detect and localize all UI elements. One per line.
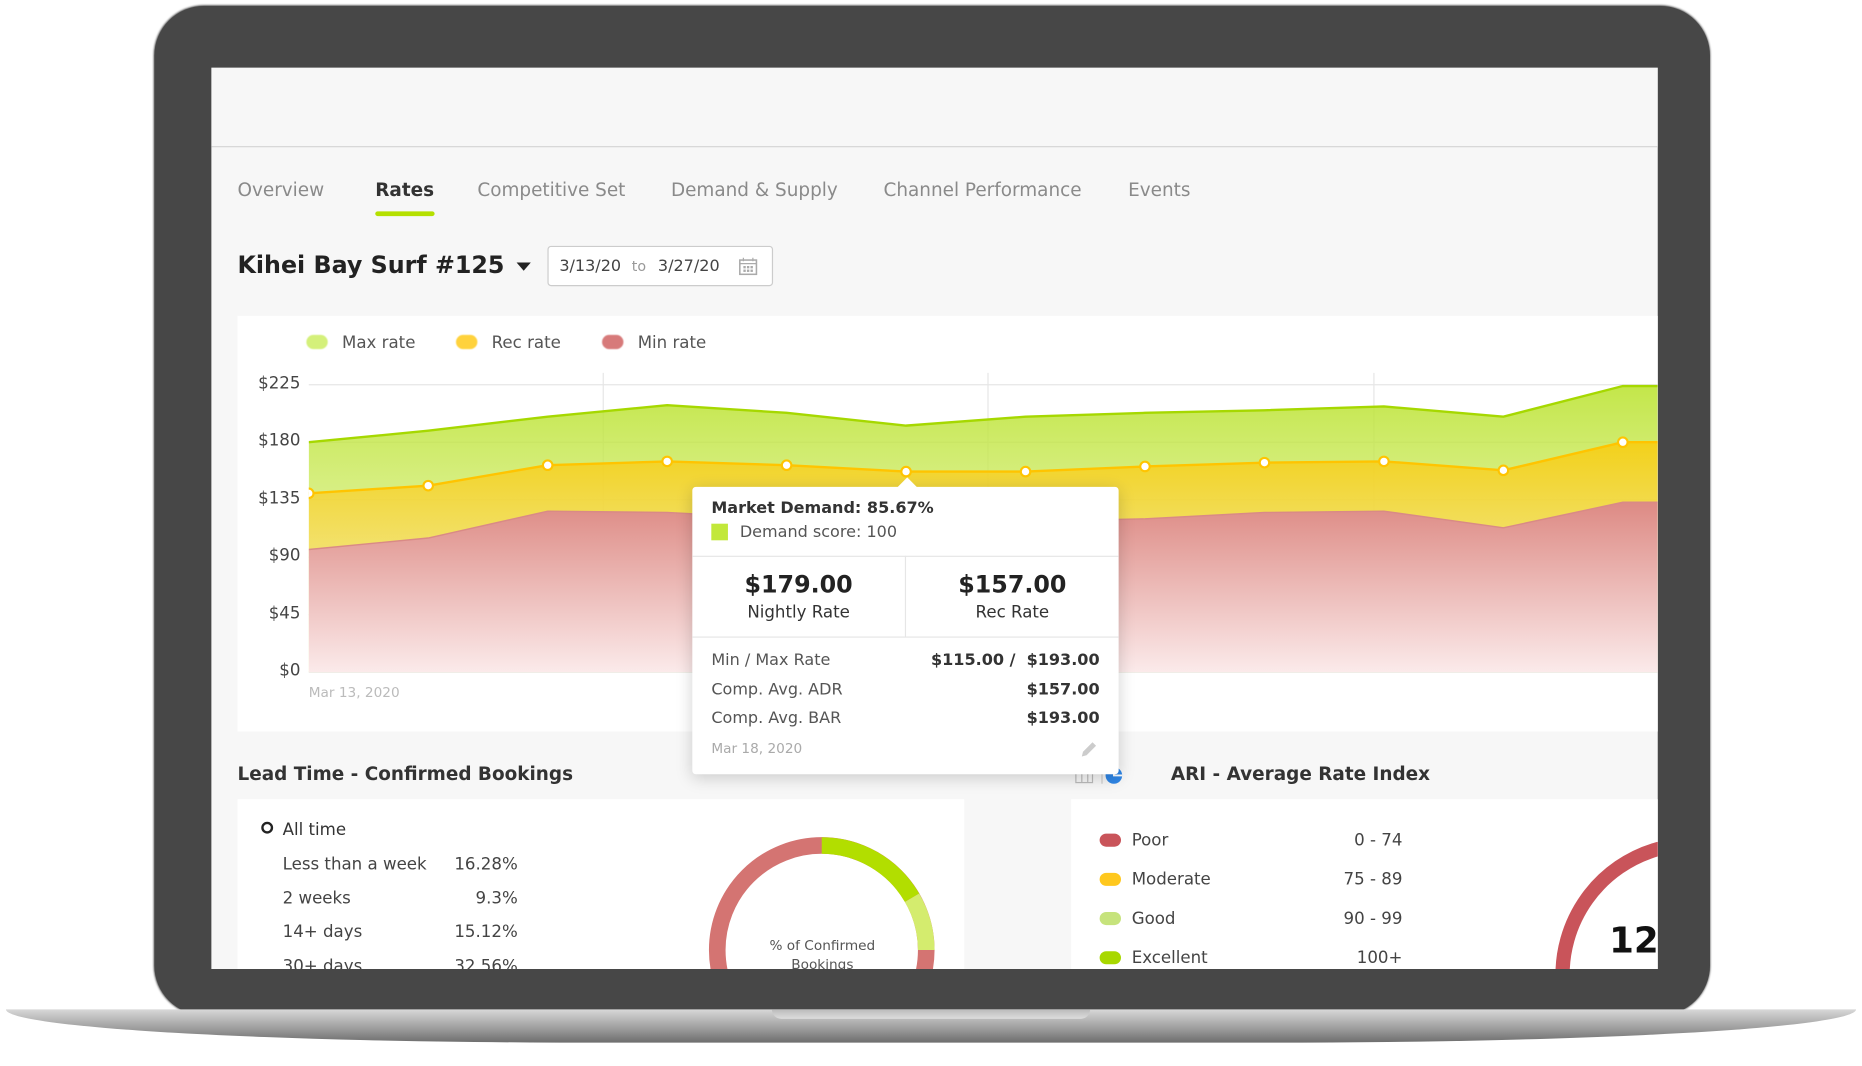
- ari-level: Excellent: [1099, 948, 1208, 968]
- edit-pencil-icon[interactable]: [1079, 740, 1098, 759]
- tooltip-title: Market Demand: 85.67%: [711, 498, 934, 518]
- demand-score: Demand score: 100: [739, 522, 898, 542]
- ari-title: ARI - Average Rate Index: [1170, 763, 1431, 785]
- demand-score-swatch: [711, 523, 728, 541]
- nightly-rate-value: $179.00: [744, 570, 853, 599]
- lead-time-row-label: 14+ days: [282, 923, 363, 943]
- donut-center-label: % of Confirmed Bookings: [769, 936, 876, 969]
- rec-rate-point[interactable]: [541, 459, 554, 472]
- donut-segment: [821, 837, 920, 903]
- tooltip-row-label: Min / Max Rate: [711, 650, 831, 670]
- rec-rate-point[interactable]: [1497, 464, 1510, 477]
- tooltip-row-label: Comp. Avg. BAR: [711, 708, 842, 728]
- lead-time-row-label: 2 weeks: [282, 889, 351, 909]
- ari-level-label: Poor: [1131, 831, 1169, 851]
- rec-rate-point[interactable]: [1019, 465, 1032, 478]
- rec-rate-point[interactable]: [422, 479, 435, 492]
- donut-segment: [904, 893, 935, 951]
- ari-level: Poor: [1099, 831, 1169, 851]
- rec-rate-point[interactable]: [1258, 456, 1271, 469]
- ari-level-range: 0 - 74: [1354, 831, 1403, 851]
- tooltip-row-value: $115.00 / $193.00: [930, 650, 1100, 670]
- ari-level: Good: [1099, 909, 1176, 929]
- rec-rate-point[interactable]: [1139, 460, 1151, 473]
- lead-time-row-value: 9.3%: [475, 889, 518, 909]
- rec-rate-value: $157.00: [958, 570, 1067, 599]
- ari-level-range: 75 - 89: [1343, 870, 1403, 890]
- rec-rate-point[interactable]: [900, 465, 912, 478]
- x-axis-first-label: Mar 13, 2020: [308, 684, 400, 701]
- rate-tooltip: Market Demand: 85.67% Demand score: 100 …: [692, 477, 1119, 775]
- lead-time-filter-all-time[interactable]: All time: [261, 821, 346, 840]
- lead-time-row-value: 32.56%: [454, 957, 518, 969]
- ari-level: Moderate: [1099, 870, 1211, 890]
- ari-value: 128: [1609, 920, 1658, 962]
- rec-rate-point[interactable]: [1378, 455, 1390, 468]
- filter-label: All time: [282, 820, 347, 840]
- ari-level-swatch: [1099, 833, 1121, 847]
- rec-rate-point[interactable]: [661, 455, 673, 468]
- nightly-rate-label: Nightly Rate: [747, 603, 850, 623]
- rec-rate-point[interactable]: [780, 459, 793, 472]
- ari-level-label: Good: [1131, 909, 1176, 929]
- ari-level-swatch: [1099, 912, 1121, 926]
- lead-time-row-value: 15.12%: [454, 923, 518, 943]
- tooltip-row-value: $157.00: [1026, 679, 1100, 699]
- radio-icon: [261, 821, 274, 834]
- tooltip-date: Mar 18, 2020: [711, 739, 803, 757]
- lead-time-row-value: 16.28%: [454, 855, 518, 874]
- app-screen: Overview Rates Competitive Set Demand & …: [211, 67, 1658, 969]
- ari-level-label: Excellent: [1131, 948, 1208, 968]
- tooltip-row-value: $193.00: [1026, 708, 1100, 728]
- tooltip-row-label: Comp. Avg. ADR: [711, 679, 843, 699]
- ari-level-swatch: [1099, 872, 1121, 886]
- ari-level-range: 100+: [1356, 948, 1403, 968]
- rec-rate-point[interactable]: [304, 487, 315, 500]
- ari-level-range: 90 - 99: [1343, 909, 1403, 929]
- ari-level-label: Moderate: [1131, 870, 1211, 890]
- rec-rate-point[interactable]: [1617, 436, 1629, 449]
- laptop-notch: [771, 1009, 1091, 1019]
- rec-rate-label: Rec Rate: [975, 603, 1050, 623]
- lead-time-row-label: 30+ days: [282, 957, 363, 969]
- lead-time-title: Lead Time - Confirmed Bookings: [237, 763, 574, 785]
- lead-time-row-label: Less than a week: [282, 855, 427, 874]
- ari-level-swatch: [1099, 951, 1121, 965]
